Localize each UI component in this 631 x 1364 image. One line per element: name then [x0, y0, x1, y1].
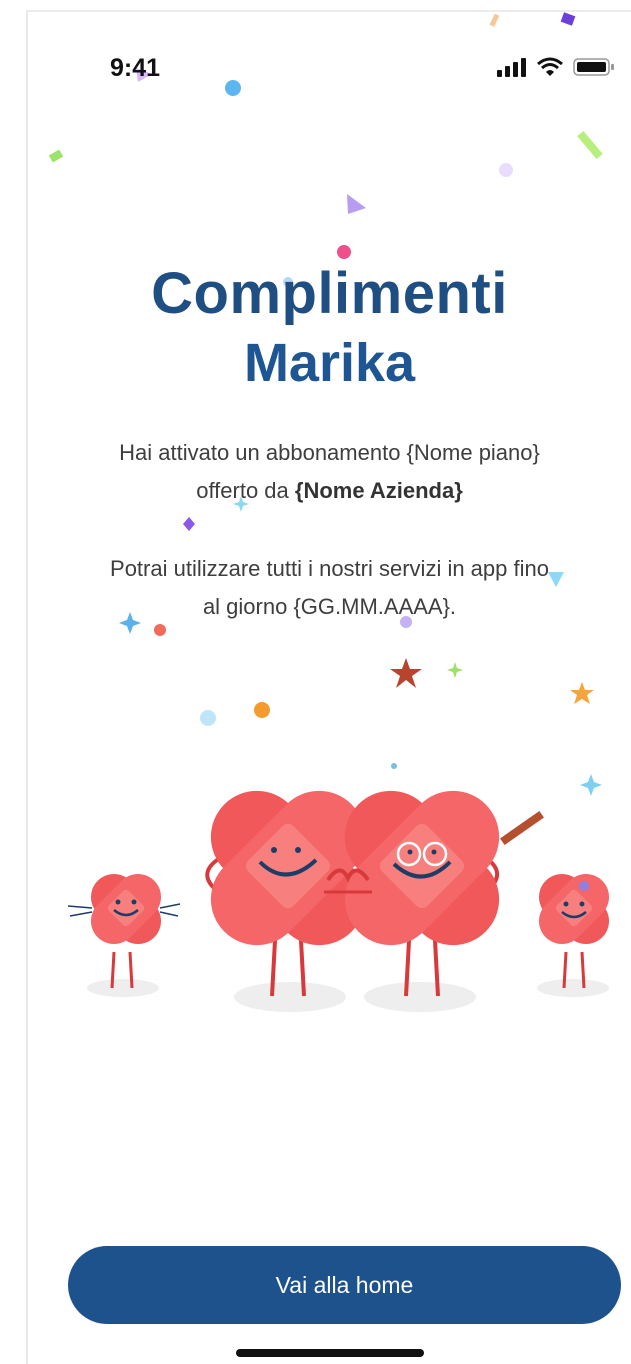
mascot-big-right	[344, 790, 500, 997]
go-home-button[interactable]: Vai alla home	[68, 1246, 621, 1324]
phone-screen: 9:41 Complimenti Marika Hai attivato un …	[26, 10, 631, 1364]
home-indicator	[236, 1349, 424, 1357]
mascot-small-right	[538, 873, 610, 989]
mascot-illustration	[67, 790, 610, 1012]
mascot-small-left	[67, 873, 181, 989]
